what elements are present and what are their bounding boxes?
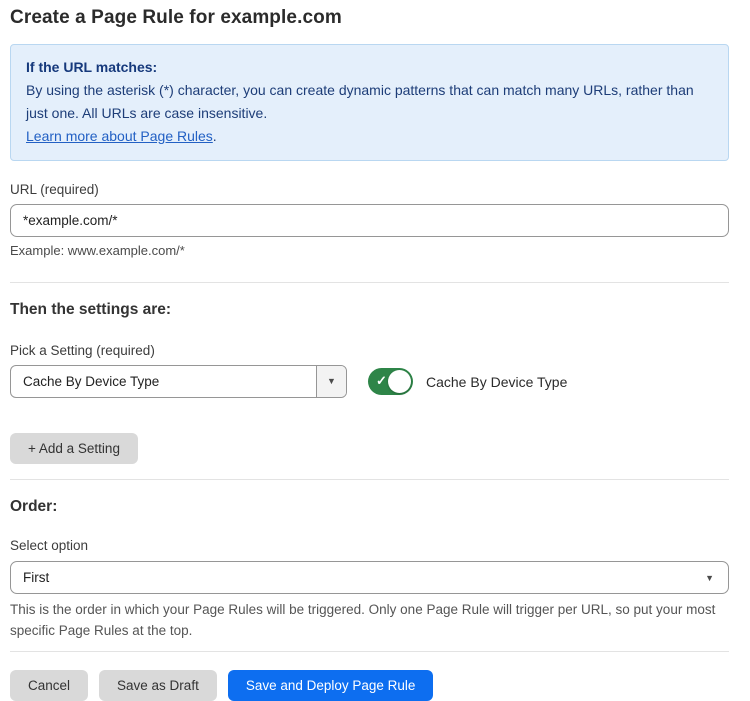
caret-down-icon: ▼	[327, 377, 336, 386]
setting-picker-arrow-button[interactable]: ▼	[316, 366, 346, 397]
setting-picker-value: Cache By Device Type	[11, 366, 316, 397]
order-select-value: First	[23, 570, 49, 585]
page-rule-form: Create a Page Rule for example.com If th…	[10, 0, 729, 701]
section-divider	[10, 651, 729, 652]
info-banner-body: By using the asterisk (*) character, you…	[26, 79, 713, 125]
order-select-label: Select option	[10, 538, 729, 553]
caret-down-icon: ▼	[705, 574, 714, 583]
url-label: URL (required)	[10, 182, 729, 197]
link-period: .	[213, 128, 217, 144]
url-example-hint: Example: www.example.com/*	[10, 243, 729, 258]
cancel-button[interactable]: Cancel	[10, 670, 88, 701]
add-setting-button[interactable]: + Add a Setting	[10, 433, 138, 464]
section-divider	[10, 479, 729, 480]
toggle-knob	[388, 370, 411, 393]
cache-by-device-toggle[interactable]: ✓	[368, 368, 413, 395]
setting-picker-label: Pick a Setting (required)	[10, 343, 729, 358]
settings-heading: Then the settings are:	[10, 301, 729, 319]
order-heading: Order:	[10, 498, 729, 516]
url-match-info-banner: If the URL matches: By using the asteris…	[10, 44, 729, 161]
footer-buttons: Cancel Save as Draft Save and Deploy Pag…	[10, 670, 729, 701]
url-input[interactable]	[10, 204, 729, 237]
save-deploy-button[interactable]: Save and Deploy Page Rule	[228, 670, 434, 701]
order-select-dropdown[interactable]: First ▼	[10, 561, 729, 594]
page-title: Create a Page Rule for example.com	[10, 7, 729, 29]
info-banner-link-line: Learn more about Page Rules.	[26, 125, 713, 148]
toggle-setting-label: Cache By Device Type	[426, 374, 567, 390]
page-rules-link[interactable]: Learn more about Page Rules	[26, 128, 213, 144]
order-help-text: This is the order in which your Page Rul…	[10, 599, 722, 641]
setting-row: Cache By Device Type ▼ ✓ Cache By Device…	[10, 365, 729, 398]
info-banner-heading: If the URL matches:	[26, 56, 713, 79]
save-draft-button[interactable]: Save as Draft	[99, 670, 217, 701]
setting-picker-dropdown[interactable]: Cache By Device Type ▼	[10, 365, 347, 398]
check-icon: ✓	[376, 374, 387, 387]
section-divider	[10, 282, 729, 283]
